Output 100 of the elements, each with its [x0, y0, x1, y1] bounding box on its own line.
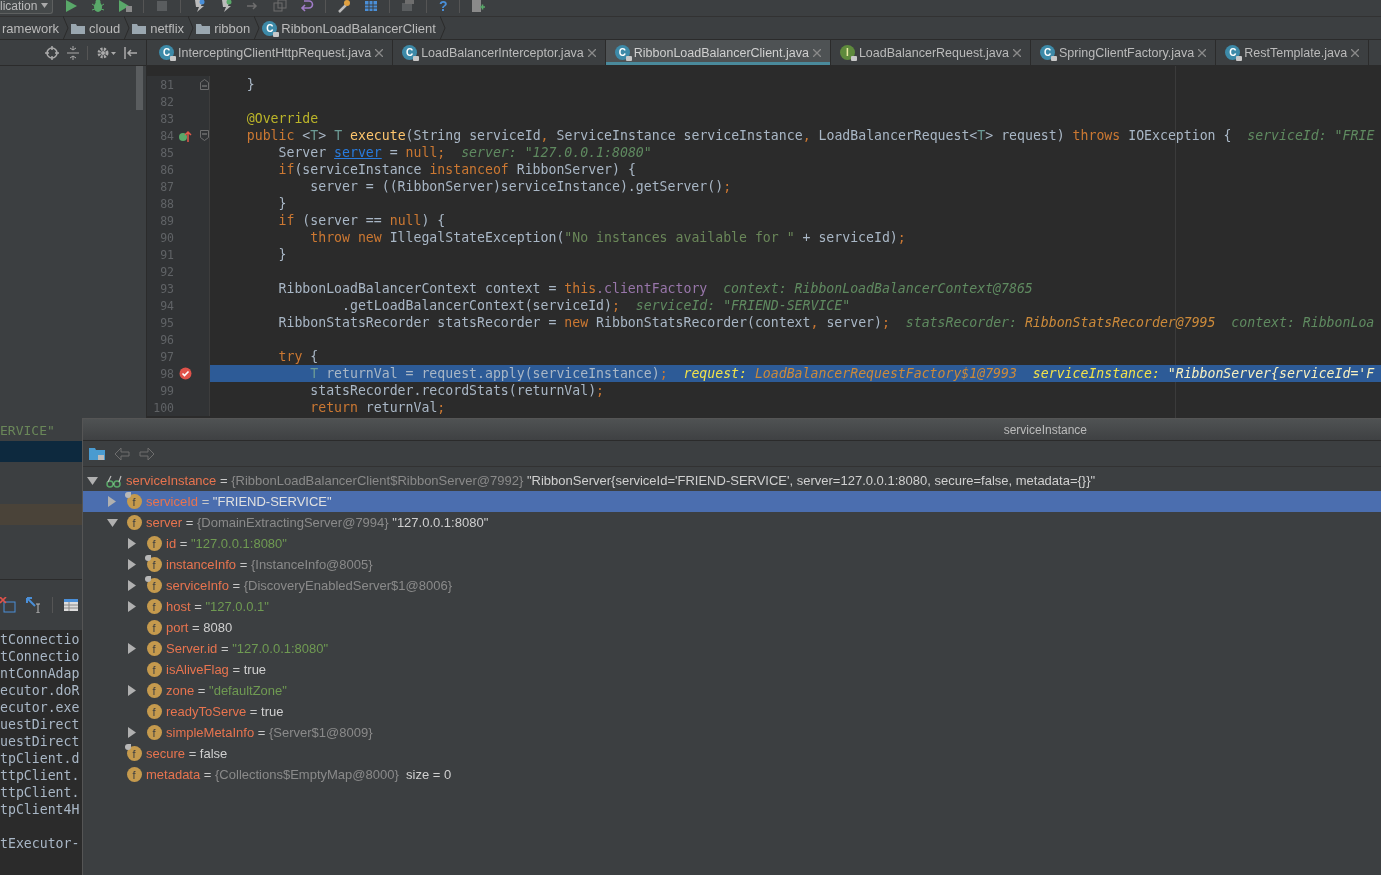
- breakpoint-icon[interactable]: [178, 367, 192, 380]
- field-icon: f: [126, 494, 142, 509]
- collapsed-arrow-icon[interactable]: [128, 580, 136, 591]
- stack-frame[interactable]: tpClient.d: [0, 751, 80, 768]
- class-icon: C: [159, 45, 174, 60]
- variable-text: simpleMetaInfo = {Server$1@8009}: [166, 725, 373, 740]
- field-icon: f: [146, 662, 162, 677]
- fold-icon[interactable]: [200, 130, 209, 141]
- coverage-icon: [117, 0, 134, 13]
- collapse-icon[interactable]: [67, 45, 79, 60]
- variable-row[interactable]: f isAliveFlag = true: [83, 659, 1381, 680]
- variable-text: metadata = {Collections$EmptyMap@8000} size = 0: [146, 767, 452, 782]
- frames-icon: [272, 0, 289, 13]
- folder-tree-icon[interactable]: [89, 446, 105, 461]
- stack-frame[interactable]: ttpClient.: [0, 768, 80, 785]
- variable-row[interactable]: f zone = "defaultZone": [83, 680, 1381, 701]
- collapsed-arrow-icon[interactable]: [128, 685, 136, 696]
- override-icon: [178, 128, 192, 143]
- stack-frame[interactable]: tConnectio: [0, 649, 80, 666]
- field-icon: f: [146, 557, 162, 572]
- back-icon[interactable]: [114, 446, 130, 461]
- scrollbar[interactable]: [136, 66, 143, 110]
- code-line: statsRecorder.recordStats(returnVal);: [309, 382, 605, 399]
- variable-text: serviceId = "FRIEND-SERVICE": [146, 494, 332, 509]
- close-icon[interactable]: [587, 48, 596, 57]
- variable-row[interactable]: f readyToServe = true: [83, 701, 1381, 722]
- variable-row[interactable]: f instanceInfo = {InstanceInfo@8005}: [83, 554, 1381, 575]
- field-icon: f: [146, 620, 162, 635]
- variable-text: zone = "defaultZone": [166, 683, 287, 698]
- collapsed-arrow-icon[interactable]: [128, 538, 136, 549]
- breadcrumb-item[interactable]: ramework: [0, 20, 64, 36]
- variable-row[interactable]: f simpleMetaInfo = {Server$1@8009}: [83, 722, 1381, 743]
- variable-row[interactable]: f server = {DomainExtractingServer@7994} "127.0.0.1:8080": [83, 512, 1381, 533]
- locate-icon[interactable]: [45, 45, 59, 60]
- variable-row[interactable]: f secure = false: [83, 743, 1381, 764]
- variable-row[interactable]: f Server.id = "127.0.0.1:8080": [83, 638, 1381, 659]
- undo-icon: [299, 0, 316, 13]
- editor-tab[interactable]: C RibbonLoadBalancerClient.java: [605, 40, 831, 65]
- class-icon: C: [1040, 45, 1056, 60]
- collapsed-arrow-icon[interactable]: [128, 601, 136, 612]
- expanded-arrow-icon[interactable]: [106, 518, 118, 527]
- fold-end-icon[interactable]: [200, 79, 209, 90]
- variable-text: server = {DomainExtractingServer@7994} "127.0.0.1:8080": [146, 515, 489, 530]
- field-icon: f: [146, 704, 162, 719]
- collapsed-arrow-icon[interactable]: [128, 643, 136, 654]
- collapsed-arrow-icon[interactable]: [128, 559, 136, 570]
- run-config-dropdown[interactable]: lication: [0, 0, 54, 14]
- code-line: .getLoadBalancerContext(serviceId); serviceId: "FRIEND-SERVICE": [341, 297, 851, 314]
- stack-frame[interactable]: ecutor.doR: [0, 683, 80, 700]
- breadcrumb-item[interactable]: ribbon: [214, 20, 251, 36]
- field-icon: f: [146, 536, 162, 551]
- variable-row[interactable]: f metadata = {Collections$EmptyMap@8000} size = 0: [83, 764, 1381, 785]
- stack-frame[interactable]: ecutor.exe: [0, 700, 80, 717]
- close-icon[interactable]: [375, 48, 384, 57]
- code-line: @Override: [245, 110, 319, 127]
- code-line: return returnVal;: [309, 399, 446, 416]
- hide-panel-icon[interactable]: [124, 45, 138, 60]
- variable-text: serviceInstance = {RibbonLoadBalancerClient$RibbonServer@7992} "RibbonServer{serviceId='FRIEND-SERVICE', server=127.0.0.1:8080, secure=false, metadata={}}": [126, 473, 1096, 488]
- stack-frame[interactable]: tConnectio: [0, 632, 80, 649]
- stack-frame[interactable]: ttpClient.: [0, 785, 80, 802]
- stack-frame[interactable]: ntConnAdap: [0, 666, 80, 683]
- variable-row[interactable]: f host = "127.0.0.1": [83, 596, 1381, 617]
- expanded-arrow-icon[interactable]: [86, 476, 98, 485]
- close-icon[interactable]: [1351, 48, 1360, 57]
- cursor-arrow-icon[interactable]: [26, 597, 42, 613]
- collapsed-arrow-icon[interactable]: [128, 727, 136, 738]
- variable-text: instanceInfo = {InstanceInfo@8005}: [166, 557, 373, 572]
- variable-row[interactable]: f serviceId = "FRIEND-SERVICE": [83, 491, 1381, 512]
- stack-frame[interactable]: tpClient4H: [0, 802, 80, 819]
- collapsed-arrow-icon[interactable]: [108, 496, 116, 507]
- variable-text: serviceInfo = {DiscoveryEnabledServer$1@8006}: [166, 578, 453, 593]
- breadcrumb-item[interactable]: cloud: [89, 20, 121, 36]
- class-icon: C: [1225, 45, 1241, 60]
- settings-icon: [336, 0, 353, 13]
- stack-frame[interactable]: uestDirect: [0, 734, 80, 751]
- forward-icon[interactable]: [139, 446, 155, 461]
- field-icon: f: [146, 578, 162, 593]
- variable-row[interactable]: f id = "127.0.0.1:8080": [83, 533, 1381, 554]
- breadcrumb-item[interactable]: netflix: [150, 20, 185, 36]
- close-frames-icon[interactable]: [0, 597, 16, 613]
- variable-row[interactable]: f serviceInfo = {DiscoveryEnabledServer$1@8006}: [83, 575, 1381, 596]
- close-icon[interactable]: [1198, 48, 1207, 57]
- table-icon[interactable]: [63, 598, 79, 612]
- variable-text: isAliveFlag = true: [166, 662, 267, 677]
- code-line: if (server == null) {: [277, 212, 446, 229]
- close-icon[interactable]: [812, 48, 821, 57]
- code-line: T returnVal = request.apply(serviceInstance); request: LoadBalancerRequestFactory$1@7993 serviceInstance: "RibbonServer{serviceId='F: [309, 365, 1375, 382]
- class-icon: C: [614, 45, 630, 60]
- coverage-button[interactable]: [116, 0, 135, 14]
- variable-text: id = "127.0.0.1:8080": [166, 536, 287, 551]
- variable-row[interactable]: serviceInstance = {RibbonLoadBalancerClient$RibbonServer@7992} "RibbonServer{serviceId='FRIEND-SERVICE', server=127.0.0.1:8080, secure=false, metadata={}}": [83, 470, 1381, 491]
- variable-text: readyToServe = true: [166, 704, 284, 719]
- folder-icon: [71, 22, 86, 34]
- settings-icon[interactable]: [96, 45, 116, 60]
- thread-item[interactable]: tExecutor-: [0, 836, 80, 853]
- variable-text: secure = false: [146, 746, 228, 761]
- stack-frame[interactable]: uestDirect: [0, 717, 80, 734]
- breadcrumb-item[interactable]: RibbonLoadBalancerClient: [281, 20, 436, 36]
- variable-row[interactable]: f port = 8080: [83, 617, 1381, 638]
- close-icon[interactable]: [1013, 48, 1022, 57]
